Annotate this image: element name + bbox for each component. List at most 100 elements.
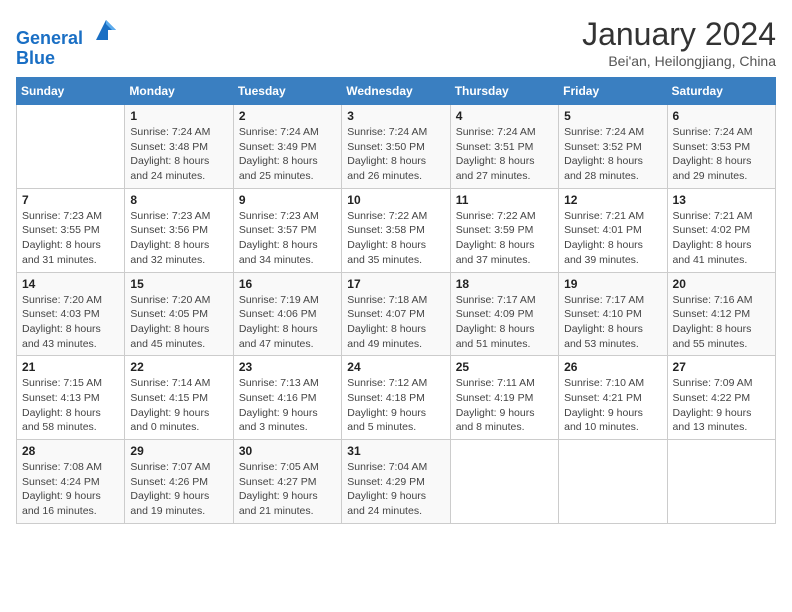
day-cell [17, 105, 125, 189]
day-number: 2 [239, 109, 336, 123]
day-cell: 21 Sunrise: 7:15 AMSunset: 4:13 PMDayligh… [17, 356, 125, 440]
day-number: 18 [456, 277, 553, 291]
day-number: 21 [22, 360, 119, 374]
day-cell [667, 440, 775, 524]
day-cell: 19Sunrise: 7:17 AMSunset: 4:10 PMDayligh… [559, 272, 667, 356]
logo: General Blue [16, 16, 120, 69]
day-detail: Sunrise: 7:09 AMSunset: 4:22 PMDaylight:… [673, 376, 770, 435]
day-detail: Sunrise: 7:23 AMSunset: 3:56 PMDaylight:… [130, 209, 227, 268]
day-detail: Sunrise: 7:11 AMSunset: 4:19 PMDaylight:… [456, 376, 553, 435]
day-detail: Sunrise: 7:15 AMSunset: 4:13 PMDaylight:… [22, 376, 119, 435]
day-cell: 6 Sunrise: 7:24 AMSunset: 3:53 PMDaylight… [667, 105, 775, 189]
day-number: 30 [239, 444, 336, 458]
day-detail: Sunrise: 7:12 AMSunset: 4:18 PMDaylight:… [347, 376, 444, 435]
day-detail: Sunrise: 7:20 AMSunset: 4:03 PMDaylight:… [22, 293, 119, 352]
day-number: 9 [239, 193, 336, 207]
day-number: 25 [456, 360, 553, 374]
day-cell: 8 Sunrise: 7:23 AMSunset: 3:56 PMDaylight… [125, 188, 233, 272]
day-number: 11 [456, 193, 553, 207]
day-detail: Sunrise: 7:24 AMSunset: 3:52 PMDaylight:… [564, 125, 661, 184]
location-subtitle: Bei'an, Heilongjiang, China [582, 53, 776, 69]
day-number: 15 [130, 277, 227, 291]
day-cell: 5 Sunrise: 7:24 AMSunset: 3:52 PMDaylight… [559, 105, 667, 189]
col-header-sunday: Sunday [17, 78, 125, 105]
day-detail: Sunrise: 7:24 AMSunset: 3:53 PMDaylight:… [673, 125, 770, 184]
day-detail: Sunrise: 7:23 AMSunset: 3:55 PMDaylight:… [22, 209, 119, 268]
day-cell: 24 Sunrise: 7:12 AMSunset: 4:18 PMDayligh… [342, 356, 450, 440]
day-detail: Sunrise: 7:24 AMSunset: 3:48 PMDaylight:… [130, 125, 227, 184]
day-number: 6 [673, 109, 770, 123]
week-row-2: 7 Sunrise: 7:23 AMSunset: 3:55 PMDaylight… [17, 188, 776, 272]
col-header-wednesday: Wednesday [342, 78, 450, 105]
day-detail: Sunrise: 7:24 AMSunset: 3:51 PMDaylight:… [456, 125, 553, 184]
title-block: January 2024 Bei'an, Heilongjiang, China [582, 16, 776, 69]
day-cell: 28 Sunrise: 7:08 AMSunset: 4:24 PMDayligh… [17, 440, 125, 524]
day-detail: Sunrise: 7:24 AMSunset: 3:49 PMDaylight:… [239, 125, 336, 184]
day-detail: Sunrise: 7:21 AMSunset: 4:02 PMDaylight:… [673, 209, 770, 268]
day-number: 12 [564, 193, 661, 207]
day-number: 10 [347, 193, 444, 207]
day-number: 14 [22, 277, 119, 291]
day-cell: 31 Sunrise: 7:04 AMSunset: 4:29 PMDayligh… [342, 440, 450, 524]
day-cell: 16 Sunrise: 7:19 AMSunset: 4:06 PMDayligh… [233, 272, 341, 356]
day-cell [559, 440, 667, 524]
day-number: 16 [239, 277, 336, 291]
day-number: 31 [347, 444, 444, 458]
day-number: 24 [347, 360, 444, 374]
day-detail: Sunrise: 7:23 AMSunset: 3:57 PMDaylight:… [239, 209, 336, 268]
page-header: General Blue January 2024 Bei'an, Heilon… [16, 16, 776, 69]
day-cell: 11 Sunrise: 7:22 AMSunset: 3:59 PMDayligh… [450, 188, 558, 272]
calendar-header-row: SundayMondayTuesdayWednesdayThursdayFrid… [17, 78, 776, 105]
day-cell: 4 Sunrise: 7:24 AMSunset: 3:51 PMDaylight… [450, 105, 558, 189]
day-cell: 23 Sunrise: 7:13 AMSunset: 4:16 PMDayligh… [233, 356, 341, 440]
day-number: 27 [673, 360, 770, 374]
day-detail: Sunrise: 7:22 AMSunset: 3:59 PMDaylight:… [456, 209, 553, 268]
day-number: 7 [22, 193, 119, 207]
day-number: 28 [22, 444, 119, 458]
logo-blue: Blue [16, 48, 55, 68]
day-cell: 26 Sunrise: 7:10 AMSunset: 4:21 PMDayligh… [559, 356, 667, 440]
day-cell [450, 440, 558, 524]
week-row-4: 21 Sunrise: 7:15 AMSunset: 4:13 PMDayligh… [17, 356, 776, 440]
day-cell: 2 Sunrise: 7:24 AMSunset: 3:49 PMDaylight… [233, 105, 341, 189]
week-row-1: 1 Sunrise: 7:24 AMSunset: 3:48 PMDaylight… [17, 105, 776, 189]
logo-icon [92, 16, 120, 44]
col-header-thursday: Thursday [450, 78, 558, 105]
day-cell: 7 Sunrise: 7:23 AMSunset: 3:55 PMDaylight… [17, 188, 125, 272]
day-cell: 13 Sunrise: 7:21 AMSunset: 4:02 PMDayligh… [667, 188, 775, 272]
day-number: 22 [130, 360, 227, 374]
col-header-friday: Friday [559, 78, 667, 105]
day-detail: Sunrise: 7:21 AMSunset: 4:01 PMDaylight:… [564, 209, 661, 268]
day-detail: Sunrise: 7:17 AMSunset: 4:10 PMDaylight:… [564, 293, 661, 352]
day-number: 26 [564, 360, 661, 374]
day-detail: Sunrise: 7:13 AMSunset: 4:16 PMDaylight:… [239, 376, 336, 435]
day-detail: Sunrise: 7:07 AMSunset: 4:26 PMDaylight:… [130, 460, 227, 519]
day-detail: Sunrise: 7:05 AMSunset: 4:27 PMDaylight:… [239, 460, 336, 519]
day-number: 8 [130, 193, 227, 207]
day-number: 13 [673, 193, 770, 207]
day-cell: 22Sunrise: 7:14 AMSunset: 4:15 PMDayligh… [125, 356, 233, 440]
day-detail: Sunrise: 7:16 AMSunset: 4:12 PMDaylight:… [673, 293, 770, 352]
day-cell: 20Sunrise: 7:16 AMSunset: 4:12 PMDayligh… [667, 272, 775, 356]
day-cell: 27 Sunrise: 7:09 AMSunset: 4:22 PMDayligh… [667, 356, 775, 440]
day-number: 3 [347, 109, 444, 123]
day-number: 1 [130, 109, 227, 123]
day-cell: 1 Sunrise: 7:24 AMSunset: 3:48 PMDaylight… [125, 105, 233, 189]
calendar-table: SundayMondayTuesdayWednesdayThursdayFrid… [16, 77, 776, 524]
day-detail: Sunrise: 7:17 AMSunset: 4:09 PMDaylight:… [456, 293, 553, 352]
day-number: 5 [564, 109, 661, 123]
day-detail: Sunrise: 7:04 AMSunset: 4:29 PMDaylight:… [347, 460, 444, 519]
day-detail: Sunrise: 7:19 AMSunset: 4:06 PMDaylight:… [239, 293, 336, 352]
day-detail: Sunrise: 7:22 AMSunset: 3:58 PMDaylight:… [347, 209, 444, 268]
col-header-tuesday: Tuesday [233, 78, 341, 105]
day-cell: 17Sunrise: 7:18 AMSunset: 4:07 PMDayligh… [342, 272, 450, 356]
day-cell: 15Sunrise: 7:20 AMSunset: 4:05 PMDayligh… [125, 272, 233, 356]
day-detail: Sunrise: 7:10 AMSunset: 4:21 PMDaylight:… [564, 376, 661, 435]
day-detail: Sunrise: 7:18 AMSunset: 4:07 PMDaylight:… [347, 293, 444, 352]
day-cell: 30 Sunrise: 7:05 AMSunset: 4:27 PMDayligh… [233, 440, 341, 524]
day-detail: Sunrise: 7:08 AMSunset: 4:24 PMDaylight:… [22, 460, 119, 519]
col-header-monday: Monday [125, 78, 233, 105]
day-number: 4 [456, 109, 553, 123]
col-header-saturday: Saturday [667, 78, 775, 105]
day-number: 23 [239, 360, 336, 374]
